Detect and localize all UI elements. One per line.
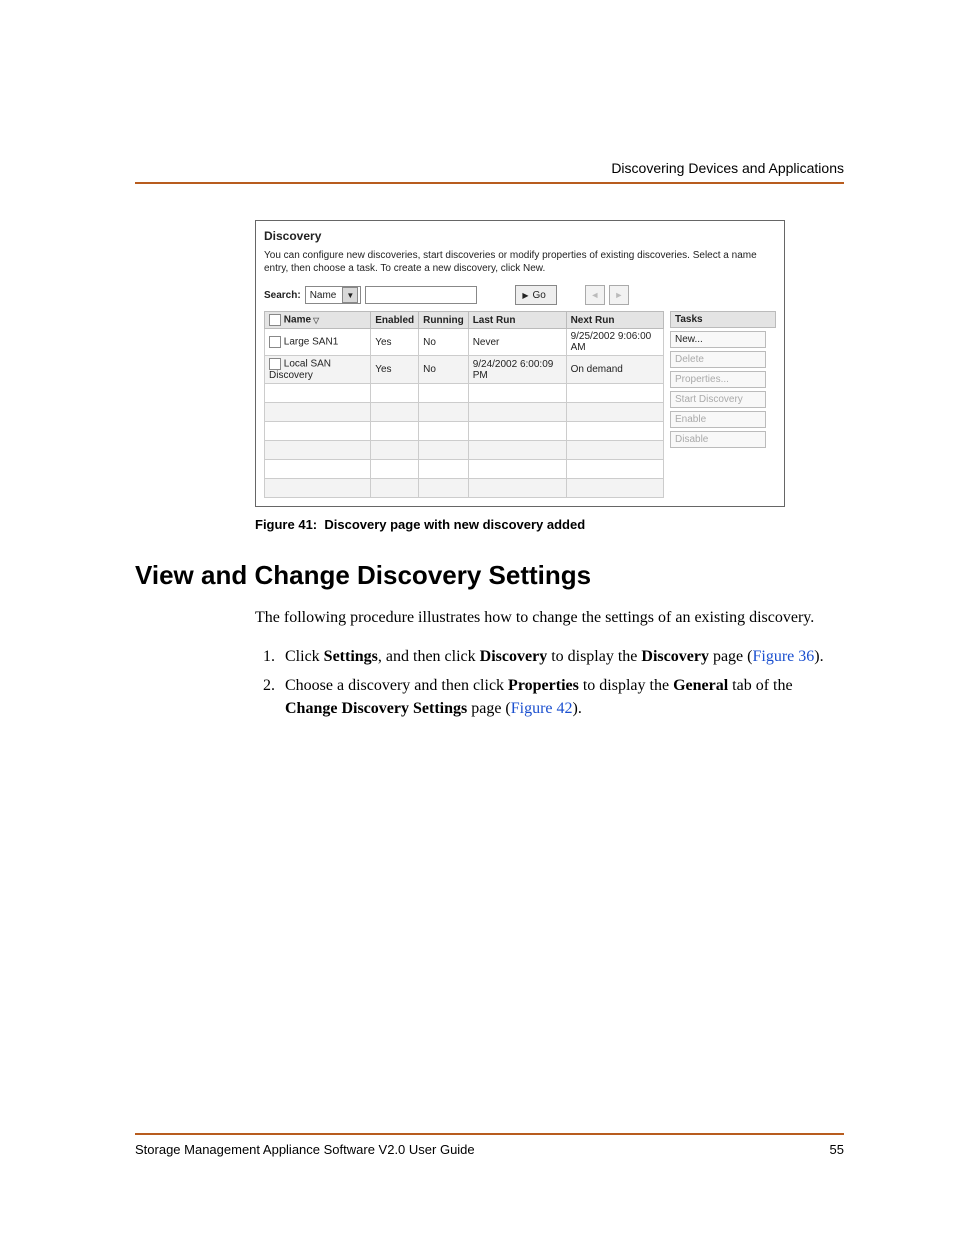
footer-title: Storage Management Appliance Software V2… bbox=[135, 1142, 475, 1157]
panel-title: Discovery bbox=[264, 229, 776, 243]
figure-36-link[interactable]: Figure 36 bbox=[752, 648, 814, 665]
screenshot-panel: Discovery You can configure new discover… bbox=[255, 220, 785, 507]
col-name-header[interactable]: Name▽ bbox=[265, 312, 371, 329]
figure-caption: Figure 41: Discovery page with new disco… bbox=[255, 517, 844, 532]
play-icon: ▶ bbox=[522, 291, 528, 300]
col-enabled-header[interactable]: Enabled bbox=[371, 312, 419, 329]
header-rule bbox=[135, 182, 844, 184]
go-label: Go bbox=[533, 290, 546, 301]
figure-42-link[interactable]: Figure 42 bbox=[511, 700, 573, 717]
col-nextrun-header[interactable]: Next Run bbox=[566, 312, 663, 329]
footer-rule bbox=[135, 1133, 844, 1135]
search-input[interactable] bbox=[365, 286, 477, 304]
list-item: Click Settings, and then click Discovery… bbox=[279, 645, 844, 668]
table-row[interactable]: Large SAN1 Yes No Never 9/25/2002 9:06:0… bbox=[265, 329, 664, 356]
chevron-down-icon[interactable]: ▼ bbox=[342, 287, 358, 303]
search-label: Search: bbox=[264, 290, 301, 301]
intro-paragraph: The following procedure illustrates how … bbox=[255, 607, 844, 629]
new-button[interactable]: New... bbox=[670, 331, 766, 348]
tasks-panel: Tasks New... Delete Properties... Start … bbox=[670, 311, 776, 498]
disable-button[interactable]: Disable bbox=[670, 431, 766, 448]
search-field-select[interactable]: Name ▼ bbox=[305, 286, 362, 304]
table-row bbox=[265, 403, 664, 422]
table-row[interactable]: Local SAN Discovery Yes No 9/24/2002 6:0… bbox=[265, 356, 664, 384]
start-discovery-button[interactable]: Start Discovery bbox=[670, 391, 766, 408]
page-prev-button[interactable]: ◄ bbox=[585, 285, 605, 305]
search-field-value: Name bbox=[310, 290, 337, 301]
col-running-header[interactable]: Running bbox=[419, 312, 469, 329]
select-all-checkbox[interactable] bbox=[269, 314, 281, 326]
page-number: 55 bbox=[830, 1142, 844, 1157]
discovery-table: Name▽ Enabled Running Last Run Next Run … bbox=[264, 311, 664, 498]
section-heading: View and Change Discovery Settings bbox=[135, 560, 844, 591]
panel-description: You can configure new discoveries, start… bbox=[264, 249, 776, 275]
sort-indicator-icon: ▽ bbox=[313, 316, 319, 325]
tasks-header: Tasks bbox=[670, 311, 776, 328]
table-row bbox=[265, 460, 664, 479]
search-bar: Search: Name ▼ ▶ Go ◄ ► bbox=[264, 285, 776, 305]
col-lastrun-header[interactable]: Last Run bbox=[468, 312, 566, 329]
row-checkbox[interactable] bbox=[269, 336, 281, 348]
running-header: Discovering Devices and Applications bbox=[611, 160, 844, 176]
row-checkbox[interactable] bbox=[269, 358, 281, 370]
enable-button[interactable]: Enable bbox=[670, 411, 766, 428]
list-item: Choose a discovery and then click Proper… bbox=[279, 674, 844, 720]
page-next-button[interactable]: ► bbox=[609, 285, 629, 305]
table-row bbox=[265, 479, 664, 498]
table-row bbox=[265, 422, 664, 441]
delete-button[interactable]: Delete bbox=[670, 351, 766, 368]
properties-button[interactable]: Properties... bbox=[670, 371, 766, 388]
table-row bbox=[265, 441, 664, 460]
table-row bbox=[265, 384, 664, 403]
procedure-list: Click Settings, and then click Discovery… bbox=[255, 645, 844, 721]
go-button[interactable]: ▶ Go bbox=[515, 285, 557, 305]
